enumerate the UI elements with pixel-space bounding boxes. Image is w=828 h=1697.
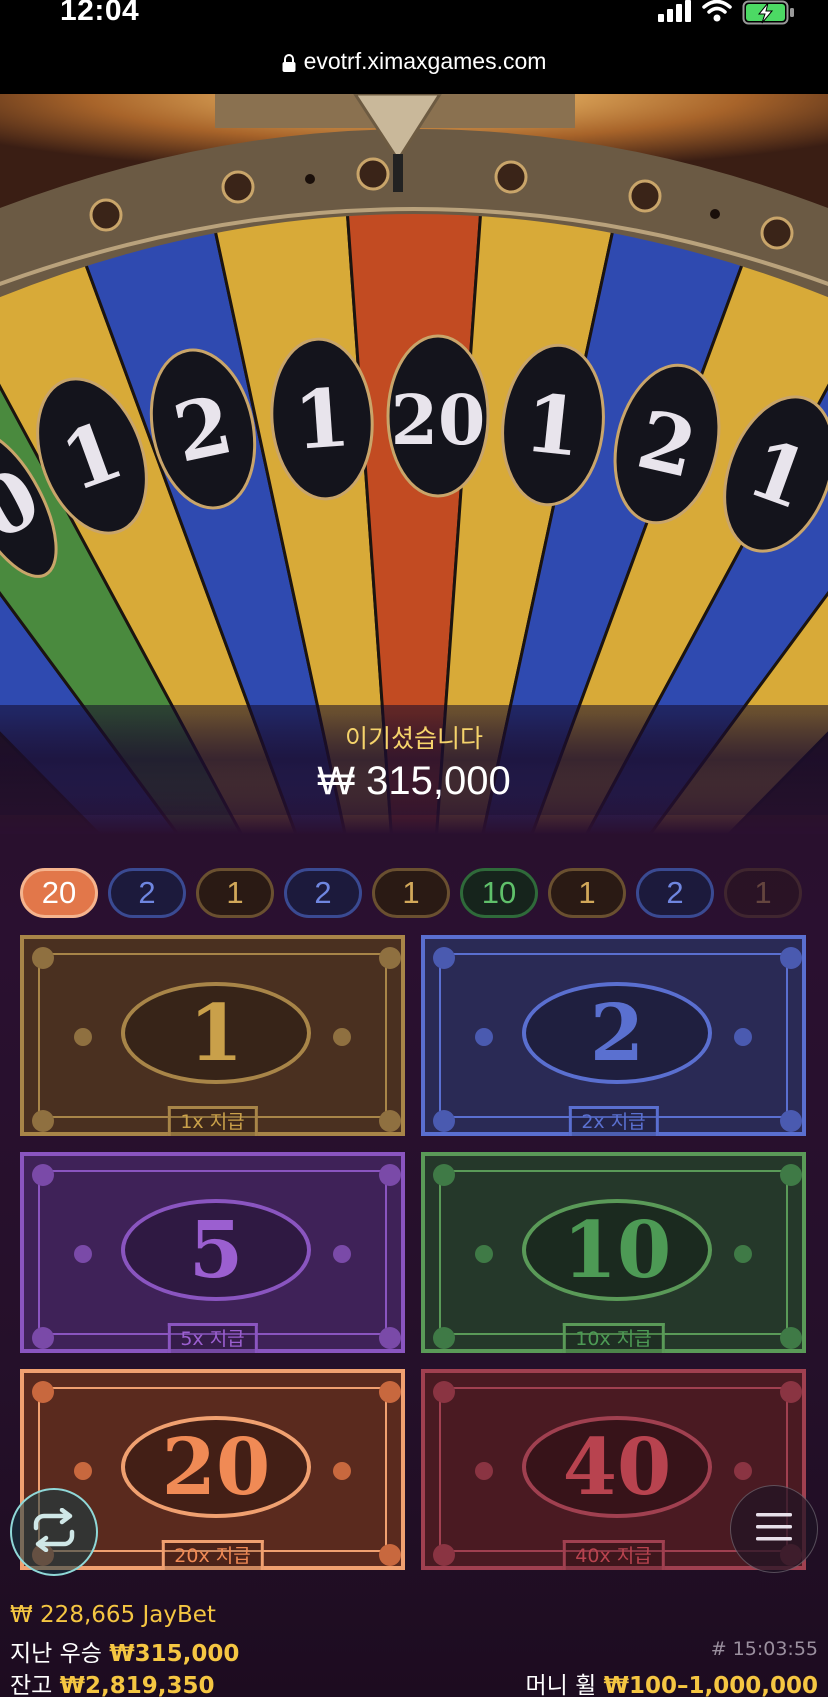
bill-side-dot	[74, 1028, 92, 1046]
results-history: 20 2 1 2 1 10 1 2 1	[20, 868, 820, 920]
balance-amount: ₩2,819,350	[59, 1673, 215, 1697]
bet-spot-number: 20	[121, 1416, 311, 1518]
balance-line: ₩ 228,665 JayBet	[10, 1602, 216, 1628]
wheel-number-label: 1	[520, 375, 585, 474]
signal-icon	[658, 0, 692, 28]
history-chip: 1	[724, 868, 802, 918]
payout-label: 40x 지급	[562, 1540, 665, 1570]
bill-corner-ornament	[780, 947, 802, 969]
bill-corner-ornament	[32, 1327, 54, 1349]
repeat-bet-button[interactable]	[10, 1488, 98, 1576]
bill-side-dot	[333, 1462, 351, 1480]
money-wheel-game: 12:04 evotrf.ximaxgames.com 0 1 2 1 20 1…	[0, 0, 828, 1697]
bet-limits-label: 머니 휠	[525, 1673, 597, 1697]
bill-side-dot	[734, 1245, 752, 1263]
history-chip: 20	[20, 868, 98, 918]
bill-corner-ornament	[32, 1110, 54, 1132]
win-amount: ₩ 315,000	[317, 759, 511, 803]
bill-corner-ornament	[780, 1381, 802, 1403]
bill-corner-ornament	[780, 1110, 802, 1132]
bill-corner-ornament	[780, 1327, 802, 1349]
last-win: 지난 우승 ₩315,000	[10, 1634, 239, 1668]
address-bar[interactable]: evotrf.ximaxgames.com	[0, 48, 828, 78]
balance-line-brand: JayBet	[142, 1602, 216, 1628]
payout-label: 20x 지급	[161, 1540, 264, 1570]
bill-side-dot	[475, 1245, 493, 1263]
bill-side-dot	[74, 1462, 92, 1480]
win-banner: 이기셨습니다 ₩ 315,000	[0, 705, 828, 815]
history-chip: 2	[284, 868, 362, 918]
bill-corner-ornament	[379, 1327, 401, 1349]
battery-charging-icon	[742, 0, 796, 30]
menu-icon	[754, 1510, 794, 1548]
bill-corner-ornament	[379, 1110, 401, 1132]
bet-spot-number: 1	[121, 982, 311, 1084]
bet-spot-number: 2	[522, 982, 712, 1084]
bill-corner-ornament	[433, 1164, 455, 1186]
wheel-number-label: 20	[391, 381, 486, 461]
history-chip: 2	[636, 868, 714, 918]
bet-limits[interactable]: 머니 휠 ₩100–1,000,000	[526, 1666, 819, 1697]
bill-side-dot	[734, 1028, 752, 1046]
bill-corner-ornament	[379, 1164, 401, 1186]
history-chip: 2	[108, 868, 186, 918]
bill-corner-ornament	[433, 1327, 455, 1349]
win-title: 이기셨습니다	[344, 724, 483, 753]
url-text: evotrf.ximaxgames.com	[303, 48, 547, 74]
system-icons	[658, 0, 796, 30]
status-bar: 12:04 evotrf.ximaxgames.com	[0, 0, 828, 94]
bill-side-dot	[74, 1245, 92, 1263]
bill-side-dot	[333, 1028, 351, 1046]
lock-icon	[282, 51, 296, 78]
payout-label: 1x 지급	[167, 1106, 258, 1136]
bill-corner-ornament	[32, 947, 54, 969]
history-chip: 1	[372, 868, 450, 918]
bill-side-dot	[475, 1462, 493, 1480]
bet-spot-10[interactable]: 10 10x 지급	[421, 1152, 806, 1353]
footer-info: ₩ 228,665 JayBet 지난 우승 ₩315,000 잔고 ₩2,81…	[0, 1600, 828, 1697]
wifi-icon	[702, 0, 732, 28]
bill-corner-ornament	[433, 1110, 455, 1132]
bill-corner-ornament	[780, 1164, 802, 1186]
wheel-number-oval: 20	[386, 334, 490, 498]
wheel-number-label: 1	[291, 370, 353, 468]
bet-spot-1[interactable]: 1 1x 지급	[20, 935, 405, 1136]
bill-side-dot	[333, 1245, 351, 1263]
menu-button[interactable]	[730, 1485, 818, 1573]
history-chip: 1	[548, 868, 626, 918]
bet-spot-5[interactable]: 5 5x 지급	[20, 1152, 405, 1353]
history-chip: 10	[460, 868, 538, 918]
status-time: 12:04	[60, 0, 140, 27]
bet-spot-number: 40	[522, 1416, 712, 1518]
bill-side-dot	[475, 1028, 493, 1046]
round-id: # 15:03:55	[710, 1638, 818, 1660]
bill-corner-ornament	[379, 947, 401, 969]
bet-spot-number: 10	[522, 1199, 712, 1301]
balance-label: 잔고	[10, 1673, 53, 1697]
payout-label: 5x 지급	[167, 1323, 258, 1353]
bill-corner-ornament	[32, 1381, 54, 1403]
bet-spot-2[interactable]: 2 2x 지급	[421, 935, 806, 1136]
last-win-label: 지난 우승	[10, 1641, 102, 1667]
bill-corner-ornament	[433, 1381, 455, 1403]
bill-corner-ornament	[433, 1544, 455, 1566]
history-chip: 1	[196, 868, 274, 918]
balance-line-amount: ₩ 228,665	[10, 1602, 136, 1628]
bill-corner-ornament	[379, 1544, 401, 1566]
bet-limits-range: ₩100–1,000,000	[603, 1673, 818, 1697]
last-win-amount: ₩315,000	[109, 1641, 240, 1667]
bet-spot-number: 5	[121, 1199, 311, 1301]
balance: 잔고 ₩2,819,350	[10, 1666, 215, 1697]
bill-corner-ornament	[433, 947, 455, 969]
bill-side-dot	[734, 1462, 752, 1480]
bill-corner-ornament	[379, 1381, 401, 1403]
payout-label: 10x 지급	[562, 1323, 665, 1353]
repeat-icon	[28, 1507, 80, 1556]
payout-label: 2x 지급	[568, 1106, 659, 1136]
bill-corner-ornament	[32, 1164, 54, 1186]
